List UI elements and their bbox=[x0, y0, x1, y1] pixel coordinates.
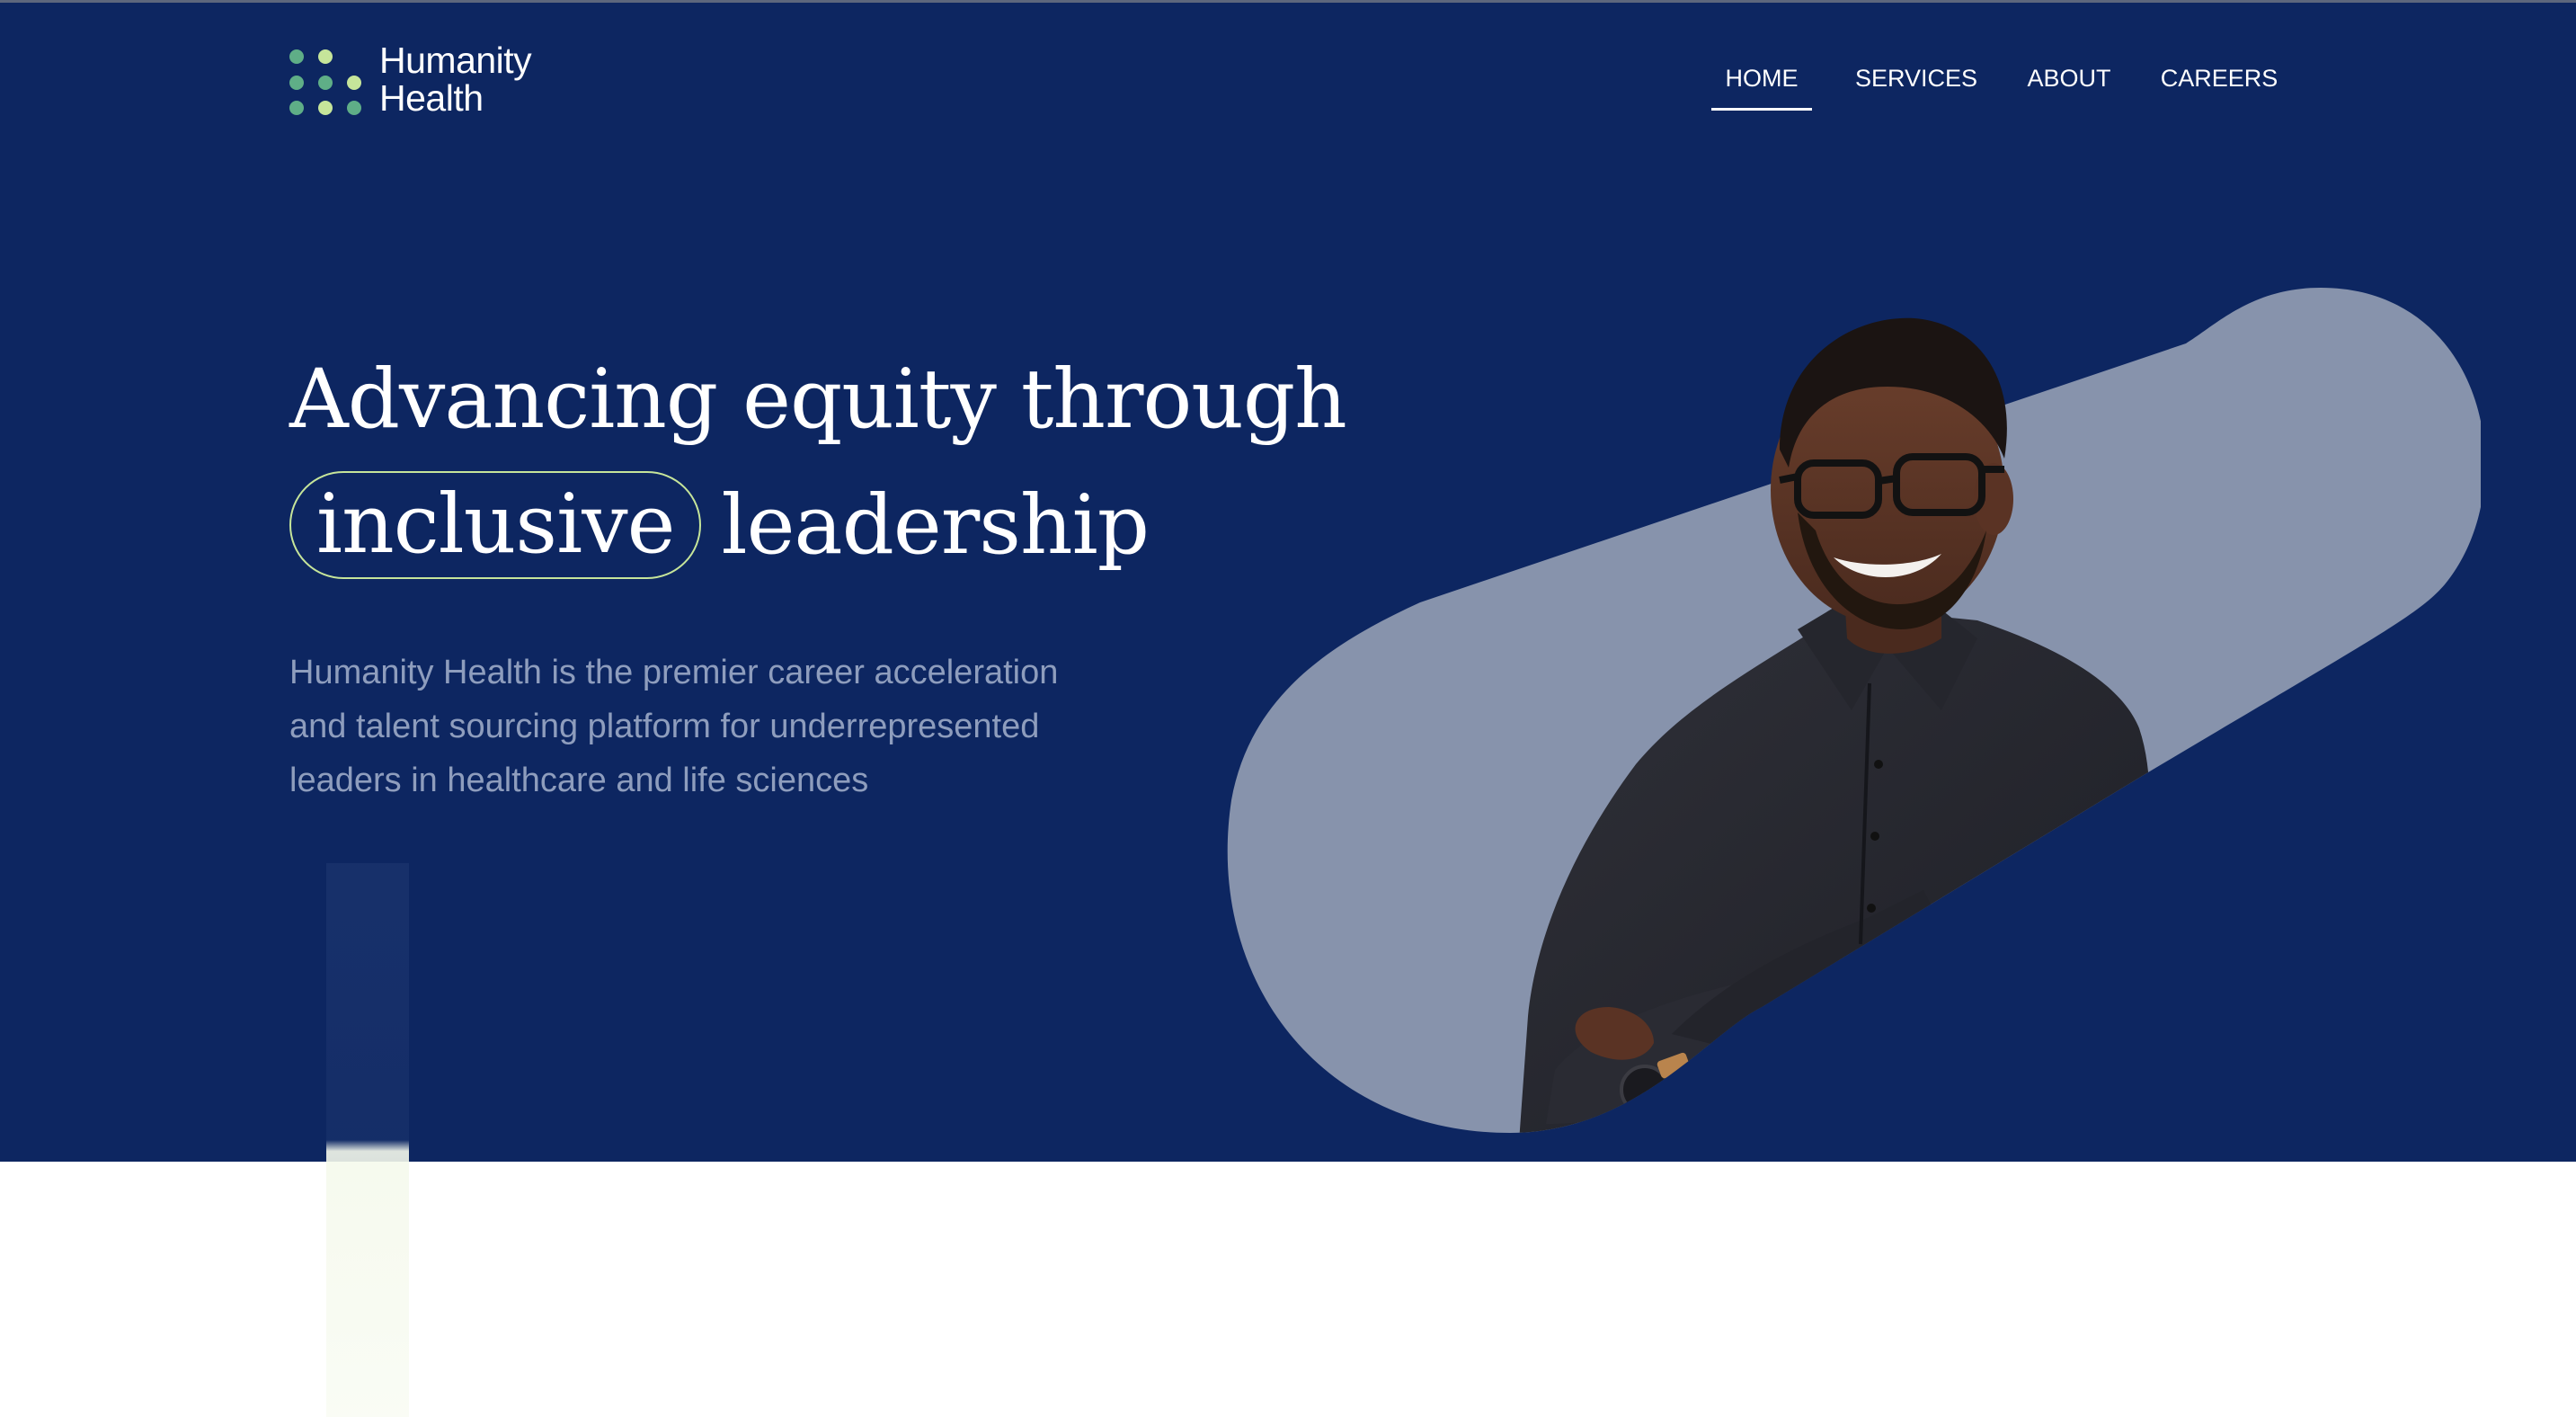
logo-link[interactable]: Humanity Health bbox=[289, 40, 532, 119]
nav-services[interactable]: SERVICES bbox=[1849, 49, 1984, 111]
logo-dots-icon bbox=[289, 43, 361, 115]
logo-wordmark: Humanity Health bbox=[379, 40, 532, 119]
logo-name-line1: Humanity bbox=[379, 40, 532, 81]
nav-about[interactable]: ABOUT bbox=[2015, 49, 2123, 111]
nav-careers[interactable]: CAREERS bbox=[2157, 49, 2281, 111]
main-nav: HOME SERVICES ABOUT CAREERS bbox=[1690, 49, 2283, 112]
hero-image bbox=[1227, 288, 2481, 1133]
logo-name-line2: Health bbox=[379, 77, 484, 119]
decorative-fade-bar bbox=[326, 863, 409, 1417]
hero-description: Humanity Health is the premier career ac… bbox=[289, 654, 1059, 799]
headline-rest: leadership bbox=[721, 477, 1149, 573]
headline-highlight-pill: inclusive bbox=[289, 471, 702, 579]
nav-home[interactable]: HOME bbox=[1711, 49, 1812, 111]
